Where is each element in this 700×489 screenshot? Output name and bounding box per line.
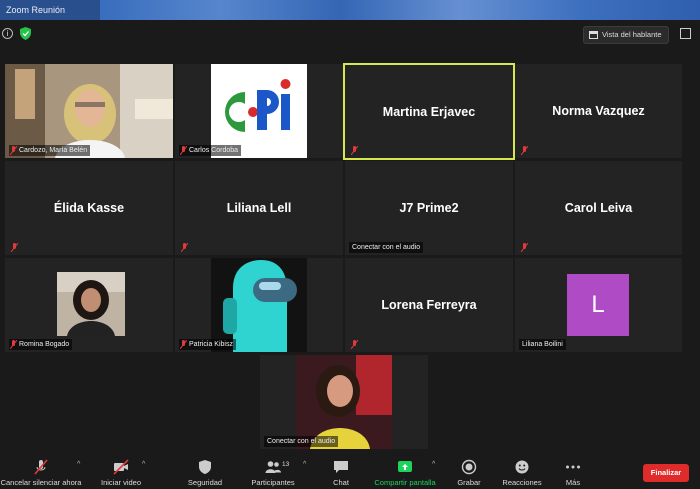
participant-video <box>5 64 173 158</box>
muted-mic-icon <box>181 243 188 252</box>
shield-icon <box>199 460 211 474</box>
start-video-button[interactable]: Iniciar video <box>98 455 144 489</box>
muted-mic-icon <box>521 243 528 252</box>
reactions-smiley-icon <box>515 460 529 474</box>
participant-name: Liliana Lell <box>226 201 292 215</box>
participant-name-label: Cardozo, María Belén <box>9 145 91 156</box>
participants-count: 13 <box>282 461 290 468</box>
share-screen-icon <box>398 461 412 472</box>
video-tile-norma-vazquez[interactable]: Norma Vazquez <box>515 64 682 158</box>
video-tile-carlos-cordoba[interactable]: Carlos Cordoba <box>175 64 343 158</box>
muted-mic-icon <box>351 146 358 155</box>
video-tile-martina-erjavec[interactable]: Martina Erjavec <box>343 63 515 160</box>
muted-mic-icon <box>351 340 358 349</box>
more-button[interactable]: Más <box>556 455 590 489</box>
video-tile-self[interactable]: Conectar con el audio <box>260 355 428 449</box>
connect-audio-label: Conectar con el audio <box>349 242 424 253</box>
meeting-info-icon[interactable]: i <box>2 28 13 39</box>
video-tile-j7-prime2[interactable]: J7 Prime2 Conectar con el audio <box>345 161 513 255</box>
encryption-shield-icon[interactable] <box>20 27 31 40</box>
participant-name: Martina Erjavec <box>382 104 476 119</box>
audio-options-caret[interactable]: ^ <box>77 461 80 468</box>
participant-name: Élida Kasse <box>53 201 125 215</box>
video-tile-carol-leiva[interactable]: Carol Leiva <box>515 161 682 255</box>
participant-name: Norma Vazquez <box>552 104 645 118</box>
video-tile-patricia-kibisz[interactable]: Patricia Kibisz <box>175 258 343 352</box>
fullscreen-icon[interactable] <box>680 28 691 39</box>
participant-name: Carol Leiva <box>564 201 633 215</box>
share-screen-button[interactable]: Compartir pantalla <box>372 455 438 489</box>
record-button[interactable]: Grabar <box>450 455 488 489</box>
taskbar-blurred <box>100 0 700 20</box>
muted-mic-icon <box>180 146 187 155</box>
participants-icon <box>265 461 281 473</box>
muted-mic-icon <box>34 459 48 475</box>
unmute-button[interactable]: Cancelar silenciar ahora <box>0 455 82 489</box>
speaker-view-label: Vista del hablante <box>602 30 662 39</box>
share-options-caret[interactable]: ^ <box>432 461 435 468</box>
reactions-button[interactable]: Reacciones <box>500 455 544 489</box>
participant-name-label: Liliana Boilini <box>519 339 566 350</box>
video-tile-liliana-lell[interactable]: Liliana Lell <box>175 161 343 255</box>
video-tile-liliana-boilini[interactable]: L Liliana Boilini <box>515 258 682 352</box>
muted-mic-icon <box>10 146 17 155</box>
participant-name: J7 Prime2 <box>399 201 459 215</box>
more-dots-icon <box>566 465 580 469</box>
video-tile-lorena-ferreyra[interactable]: Lorena Ferreyra <box>345 258 513 352</box>
chat-button[interactable]: Chat <box>322 455 360 489</box>
participants-options-caret[interactable]: ^ <box>303 461 306 468</box>
muted-mic-icon <box>180 340 187 349</box>
speaker-view-button[interactable]: Vista del hablante <box>583 26 669 44</box>
participant-logo-image <box>211 64 307 158</box>
participant-name-label: Carlos Cordoba <box>179 145 242 156</box>
participant-name-label: Patricia Kibisz <box>179 339 236 350</box>
connect-audio-label: Conectar con el audio <box>264 436 339 447</box>
video-off-icon <box>113 459 129 475</box>
video-tile-cardozo[interactable]: Cardozo, María Belén <box>5 64 173 158</box>
speaker-view-icon <box>589 31 598 39</box>
participant-avatar-image <box>211 258 307 352</box>
chat-bubble-icon <box>334 461 348 473</box>
participant-name-label: Romina Bogado <box>9 339 73 350</box>
participant-initial-avatar: L <box>567 274 629 336</box>
record-icon <box>461 459 477 475</box>
video-options-caret[interactable]: ^ <box>142 461 145 468</box>
window-title: Zoom Reunión <box>0 0 100 20</box>
participant-photo <box>57 272 125 336</box>
muted-mic-icon <box>10 340 17 349</box>
window-title-bar: Zoom Reunión <box>0 0 700 20</box>
muted-mic-icon <box>11 243 18 252</box>
end-meeting-button[interactable]: Finalizar <box>643 464 689 482</box>
participant-name: Lorena Ferreyra <box>381 298 477 312</box>
security-button[interactable]: Seguridad <box>183 455 227 489</box>
video-tile-romina-bogado[interactable]: Romina Bogado <box>5 258 173 352</box>
video-tile-elida-kasse[interactable]: Élida Kasse <box>5 161 173 255</box>
meeting-toolbar: Cancelar silenciar ahora ^ Iniciar video… <box>0 455 700 489</box>
muted-mic-icon <box>521 146 528 155</box>
participant-photo <box>296 355 392 449</box>
meeting-top-bar: i Vista del hablante <box>0 20 700 48</box>
